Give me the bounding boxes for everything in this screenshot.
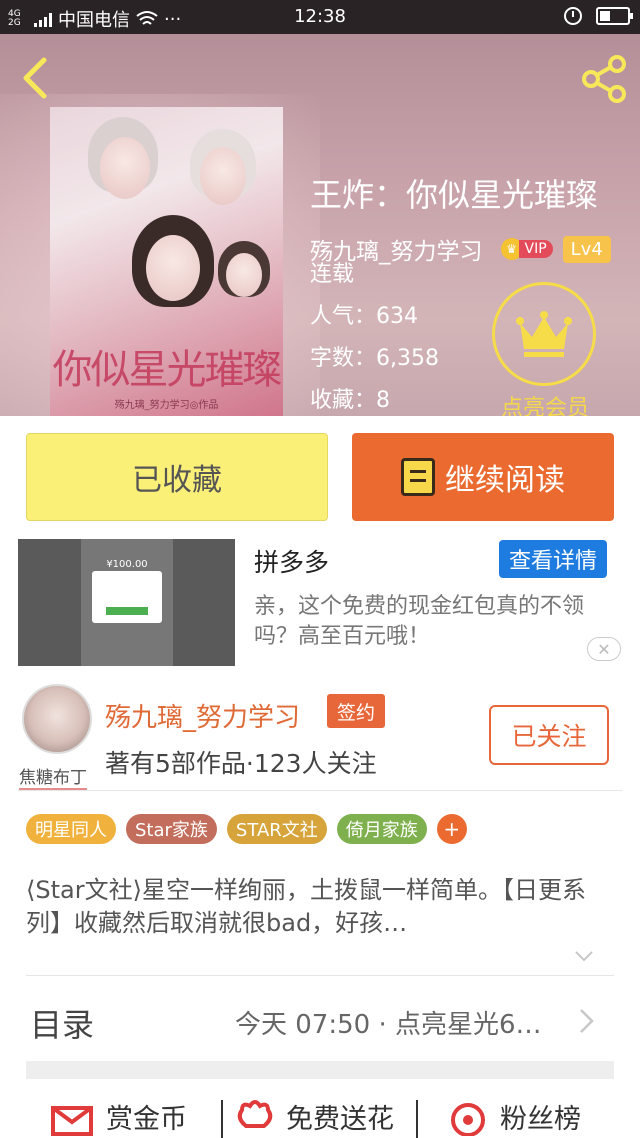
author-stats: 著有5部作品·123人关注 xyxy=(105,749,377,778)
follow-button[interactable]: 已关注 xyxy=(489,705,609,765)
member-button[interactable] xyxy=(492,282,596,386)
ad-description[interactable]: 亲，这个免费的现金红包真的不领吗？高至百元哦！ xyxy=(254,592,624,652)
avatar-tag: 焦糖布丁 xyxy=(19,763,87,790)
book-icon xyxy=(401,458,435,496)
divider xyxy=(416,1100,418,1138)
back-arrow-icon[interactable] xyxy=(14,56,54,100)
fans-ranking-button[interactable]: 粉丝榜 xyxy=(448,1096,581,1136)
level-badge: Lv4 xyxy=(562,235,611,263)
section-separator xyxy=(26,1061,614,1079)
serial-status: 连载 xyxy=(310,262,355,287)
word-count: 字数：6,358 xyxy=(310,346,439,371)
divider xyxy=(26,975,614,976)
status-bar: 4G 2G 中国电信 ··· 12:38 xyxy=(0,0,640,34)
toc-label[interactable]: 目录 xyxy=(30,1000,94,1046)
target-icon xyxy=(451,1103,485,1136)
ad-title[interactable]: 拼多多 xyxy=(254,543,329,579)
ad-image[interactable]: ¥100.00 xyxy=(18,539,235,666)
share-icon[interactable] xyxy=(580,54,630,104)
chevron-right-icon[interactable] xyxy=(578,1008,596,1034)
tag-chip[interactable]: STAR文社 xyxy=(226,814,327,844)
book-title: 王炸：你似星光璀璨 xyxy=(310,176,599,214)
battery-icon xyxy=(596,7,633,25)
crown-icon xyxy=(516,311,572,357)
tag-chip[interactable]: 倚月家族 xyxy=(336,814,427,844)
member-label[interactable]: 点亮会员 xyxy=(470,390,620,416)
popularity-count: 人气：634 xyxy=(310,304,418,329)
collected-button[interactable]: 已收藏 xyxy=(26,433,328,521)
divider xyxy=(221,1100,223,1138)
book-description[interactable]: ⟨Star文社⟩星空一样绚丽，土拨鼠一样简单。【日更系列】收藏然后取消就很bad… xyxy=(26,874,616,940)
ad-image-amount: ¥100.00 xyxy=(106,559,148,570)
envelope-icon xyxy=(51,1106,93,1136)
book-cover[interactable]: 你似星光璀璨 殇九璃_努力学习◎作品 xyxy=(50,107,283,416)
continue-reading-button[interactable]: 继续阅读 xyxy=(352,433,614,521)
clock: 12:38 xyxy=(294,6,346,27)
cover-title: 你似星光璀璨 xyxy=(52,347,283,393)
flower-icon xyxy=(237,1100,273,1128)
favorites-count: 收藏：8 xyxy=(310,388,390,413)
reward-coins-button[interactable]: 赏金币 xyxy=(50,1096,187,1136)
book-header: 你似星光璀璨 殇九璃_努力学习◎作品 王炸：你似星光璀璨 殇九璃_努力学习 ♛ … xyxy=(0,34,640,416)
bottom-action-bar: 赏金币 免费送花 粉丝榜 xyxy=(0,1096,640,1138)
tag-list: 明星同人 Star家族 STAR文社 倚月家族 + xyxy=(26,814,467,844)
close-icon[interactable]: ✕ xyxy=(587,637,621,661)
author-profile-name[interactable]: 殇九璃_努力学习 xyxy=(105,697,300,734)
divider xyxy=(18,790,622,791)
avatar[interactable] xyxy=(22,684,92,754)
author-row: 殇九璃_努力学习 ♛ VIP Lv4 xyxy=(310,232,611,266)
tag-chip[interactable]: Star家族 xyxy=(126,814,217,844)
ad-detail-button[interactable]: 查看详情 xyxy=(499,540,607,578)
signed-badge: 签约 xyxy=(327,694,385,728)
tag-chip[interactable]: 明星同人 xyxy=(26,814,116,844)
alarm-icon xyxy=(564,7,582,25)
chevron-down-icon[interactable] xyxy=(574,946,594,966)
cover-author: 殇九璃_努力学习◎作品 xyxy=(114,400,219,411)
add-tag-button[interactable]: + xyxy=(436,814,467,844)
send-flowers-button[interactable]: 免费送花 xyxy=(236,1096,394,1136)
toc-latest-chapter[interactable]: 今天 07:50 · 点亮星光6… xyxy=(235,1004,542,1041)
vip-badge: ♛ VIP xyxy=(500,237,553,261)
